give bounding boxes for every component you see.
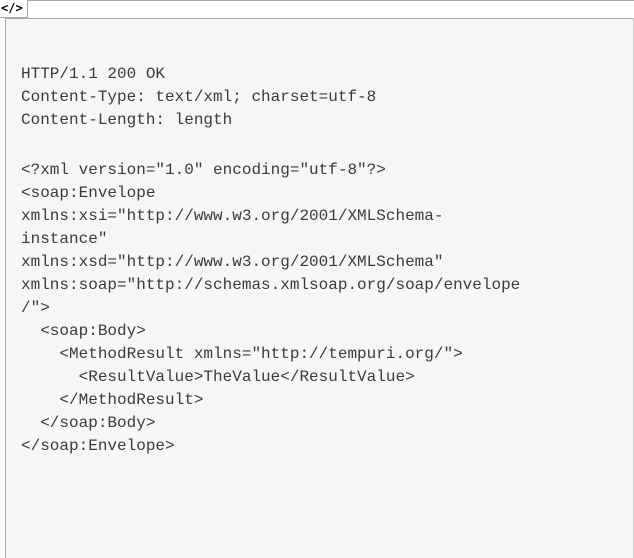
code-line: </soap:Body> xyxy=(21,414,156,432)
code-line: <MethodResult xmlns="http://tempuri.org/… xyxy=(21,345,463,363)
code-line-blank xyxy=(21,132,520,159)
code-block: HTTP/1.1 200 OK Content-Type: text/xml; … xyxy=(5,18,634,558)
code-line: HTTP/1.1 200 OK xyxy=(21,65,166,83)
code-line: /"> xyxy=(21,299,50,317)
code-line: xmlns:soap="http://schemas.xmlsoap.org/s… xyxy=(21,276,521,294)
code-line: xmlns:xsi="http://www.w3.org/2001/XMLSch… xyxy=(21,207,444,225)
code-line: <soap:Envelope xyxy=(21,184,156,202)
code-line: <ResultValue>TheValue</ResultValue> xyxy=(21,368,415,386)
code-tab-icon[interactable]: </> xyxy=(0,0,28,18)
code-line: <soap:Body> xyxy=(21,322,146,340)
code-line: xmlns:xsd="http://www.w3.org/2001/XMLSch… xyxy=(21,253,444,271)
code-line: </soap:Envelope> xyxy=(21,437,175,455)
code-line: instance" xyxy=(21,230,108,248)
top-divider xyxy=(28,0,634,1)
code-line: Content-Type: text/xml; charset=utf-8 xyxy=(21,88,377,106)
code-line: <?xml version="1.0" encoding="utf-8"?> xyxy=(21,161,386,179)
code-viewer: </> HTTP/1.1 200 OK Content-Type: text/x… xyxy=(0,0,634,558)
code-line: Content-Length: length xyxy=(21,111,233,129)
code-lines: HTTP/1.1 200 OK Content-Type: text/xml; … xyxy=(21,63,520,458)
code-line: </MethodResult> xyxy=(21,391,204,409)
